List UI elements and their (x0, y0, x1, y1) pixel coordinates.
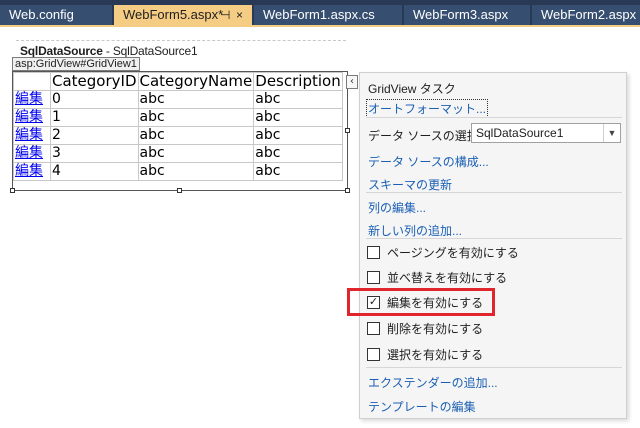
sqldatasource-control[interactable]: SqlDataSource - SqlDataSource1 (20, 44, 198, 58)
smart-tag-toggle-button[interactable]: ‹ (346, 75, 358, 89)
tab-webform5-aspx[interactable]: WebForm5.aspx* ⊣ × (114, 5, 252, 25)
cell-categoryname: abc (137, 126, 255, 145)
cell-description: abc (253, 108, 343, 127)
edit-link[interactable]: 編集 (15, 127, 43, 143)
edit-link[interactable]: 編集 (15, 109, 43, 125)
tab-webform1-aspx-cs[interactable]: WebForm1.aspx.cs (254, 5, 402, 25)
tab-webform3-aspx[interactable]: WebForm3.aspx (404, 5, 530, 25)
cell-description: abc (253, 162, 343, 181)
divider (366, 367, 622, 368)
divider (366, 192, 622, 193)
datasource-select[interactable]: SqlDataSource1 ▼ (471, 123, 621, 143)
divider (366, 117, 622, 118)
panel-title: GridView タスク (368, 82, 456, 96)
cell-categoryid: 2 (50, 126, 139, 145)
sqldatasource-type: SqlDataSource (20, 44, 103, 58)
pin-icon[interactable]: ⊣ (220, 5, 230, 25)
enable-deleting-checkbox[interactable] (367, 322, 380, 335)
refresh-schema-link[interactable]: スキーマの更新 (368, 176, 452, 193)
cell-description: abc (253, 144, 343, 163)
tab-label: Web.config (9, 7, 74, 22)
enable-paging-label: ページングを有効にする (387, 246, 519, 260)
cell-description: abc (253, 90, 343, 109)
enable-selection-label: 選択を有効にする (387, 348, 484, 362)
cell-categoryid: 4 (50, 162, 139, 181)
enable-sorting-label: 並べ替えを有効にする (387, 271, 508, 285)
document-tab-strip: Web.config WebForm5.aspx* ⊣ × WebForm1.a… (0, 0, 640, 27)
datasource-select-value: SqlDataSource1 (476, 126, 564, 140)
tab-label: WebForm3.aspx (413, 7, 509, 22)
gridview-control[interactable]: CategoryID CategoryName Description 編集 0… (12, 71, 348, 191)
table-row: 編集 0 abc abc (13, 90, 343, 109)
resize-handle-bottom[interactable] (177, 188, 182, 193)
close-icon[interactable]: × (236, 5, 243, 25)
cell-categoryid: 0 (50, 90, 139, 109)
edit-columns-link[interactable]: 列の編集... (368, 199, 426, 216)
table-row: 編集 1 abc abc (13, 108, 343, 127)
tab-label: WebForm1.aspx.cs (263, 7, 375, 22)
cell-description: abc (253, 126, 343, 145)
tab-label: WebForm5.aspx* (123, 7, 224, 22)
enable-sorting-checkbox[interactable] (367, 271, 380, 284)
cell-categoryname: abc (137, 108, 255, 127)
datasource-select-label: データ ソースの選択: (368, 129, 483, 143)
edit-link[interactable]: 編集 (15, 163, 43, 179)
highlight-box (347, 288, 495, 316)
resize-handle-bottom-left[interactable] (10, 188, 15, 193)
edit-link[interactable]: 編集 (15, 91, 43, 107)
enable-selection-checkbox[interactable] (367, 348, 380, 361)
chevron-down-icon: ▼ (603, 124, 620, 142)
tab-web-config[interactable]: Web.config (0, 5, 112, 25)
resize-handle-bottom-right[interactable] (345, 188, 350, 193)
cell-categoryid: 3 (50, 144, 139, 163)
sqldatasource-id: - SqlDataSource1 (102, 44, 198, 58)
table-row: 編集 3 abc abc (13, 144, 343, 163)
enable-deleting-label: 削除を有効にする (387, 322, 484, 336)
column-header-edit (13, 72, 51, 91)
column-header-categoryid: CategoryID (50, 72, 139, 91)
resize-handle-right[interactable] (345, 128, 350, 133)
edit-link[interactable]: 編集 (15, 145, 43, 161)
gridview-table: CategoryID CategoryName Description 編集 0… (13, 72, 343, 181)
gridview-tasks-panel: GridView タスク オートフォーマット... データ ソースの選択: Sq… (359, 72, 627, 419)
divider (366, 238, 622, 239)
cell-categoryname: abc (137, 90, 255, 109)
tab-webform2-aspx[interactable]: WebForm2.aspx (532, 5, 640, 25)
gridview-control-tag: asp:GridView#GridView1 (12, 57, 140, 71)
column-header-categoryname: CategoryName (137, 72, 255, 91)
table-row: 編集 4 abc abc (13, 162, 343, 181)
table-row: 編集 2 abc abc (13, 126, 343, 145)
edit-templates-link[interactable]: テンプレートの編集 (368, 398, 476, 415)
tab-label: WebForm2.aspx (541, 7, 637, 22)
column-header-description: Description (253, 72, 343, 91)
add-extender-link[interactable]: エクステンダーの追加... (368, 374, 498, 391)
autoformat-link[interactable]: オートフォーマット... (365, 99, 489, 118)
cell-categoryname: abc (137, 144, 255, 163)
enable-paging-checkbox[interactable] (367, 246, 380, 259)
table-header-row: CategoryID CategoryName Description (13, 72, 343, 91)
cell-categoryname: abc (137, 162, 255, 181)
configure-datasource-link[interactable]: データ ソースの構成... (368, 153, 489, 170)
cell-categoryid: 1 (50, 108, 139, 127)
add-new-column-link[interactable]: 新しい列の追加... (368, 222, 462, 239)
